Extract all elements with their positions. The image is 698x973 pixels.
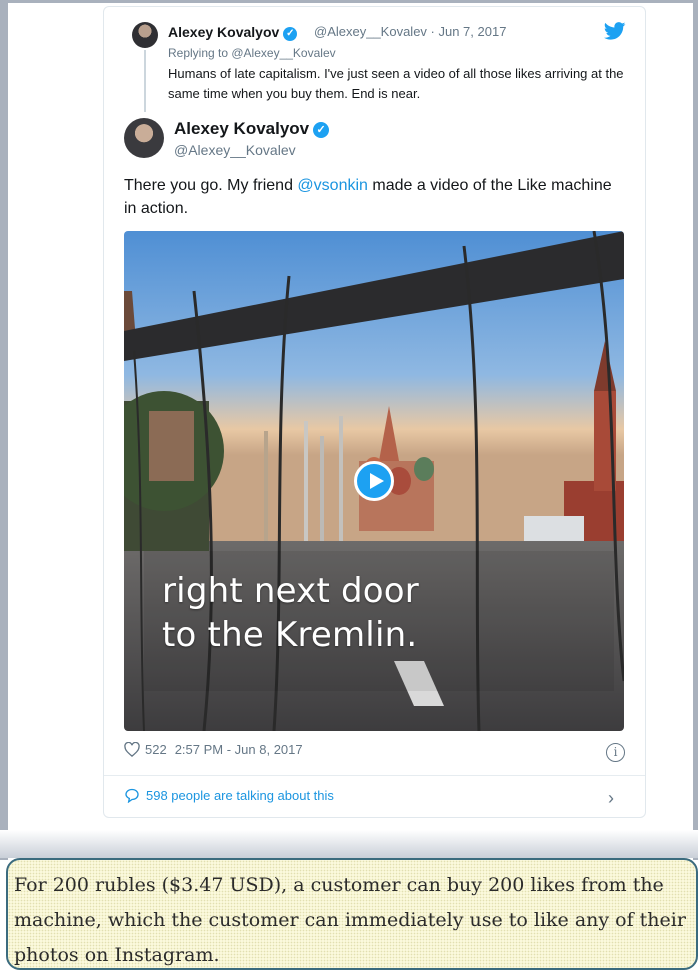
main-author-handle[interactable]: @Alexey__Kovalev xyxy=(174,142,296,158)
main-author-name[interactable]: Alexey Kovalyov ✓ xyxy=(174,119,330,139)
thread-line xyxy=(144,50,146,112)
main-author-name-text[interactable]: Alexey Kovalyov xyxy=(174,119,309,138)
info-icon[interactable]: i xyxy=(606,743,625,762)
mention-link[interactable]: @vsonkin xyxy=(297,177,368,194)
replying-prefix: Replying to xyxy=(168,46,232,60)
verified-badge-icon: ✓ xyxy=(283,27,298,41)
frame-border-top xyxy=(0,0,698,3)
replying-to: Replying to @Alexey__Kovalev xyxy=(168,46,336,60)
chevron-right-icon[interactable]: › xyxy=(608,788,614,809)
reply-tweet-text: Humans of late capitalism. I've just see… xyxy=(168,66,624,101)
conversation-text[interactable]: 598 people are talking about this xyxy=(146,788,334,803)
main-avatar[interactable] xyxy=(124,118,164,158)
reply-author-name[interactable]: Alexey Kovalyov ✓ xyxy=(168,24,298,41)
twitter-bird-icon[interactable] xyxy=(604,22,626,40)
verified-badge-icon: ✓ xyxy=(313,122,330,138)
frame-border-bottom xyxy=(0,830,698,858)
reply-author-name-text[interactable]: Alexey Kovalyov xyxy=(168,24,279,40)
tweet-divider xyxy=(104,775,645,776)
main-tweet-text: There you go. My friend @vsonkin made a … xyxy=(124,174,624,220)
frame-border-left xyxy=(0,0,8,860)
article-quote-text: For 200 rubles ($3.47 USD), a customer c… xyxy=(14,874,686,966)
video-caption: right next door to the Kremlin. xyxy=(162,569,419,657)
main-text-before: There you go. My friend xyxy=(124,177,298,194)
like-count[interactable]: 522 xyxy=(145,742,167,757)
reply-handle-date[interactable]: @Alexey__Kovalev · Jun 7, 2017 xyxy=(314,24,506,39)
reply-avatar[interactable] xyxy=(132,22,158,48)
likes-and-timestamp: 522 2:57 PM - Jun 8, 2017 xyxy=(124,742,303,757)
replying-to-link[interactable]: @Alexey__Kovalev xyxy=(231,46,335,60)
heart-icon[interactable] xyxy=(124,742,140,757)
tweet-timestamp[interactable]: 2:57 PM - Jun 8, 2017 xyxy=(175,742,303,757)
screenshot-frame: Alexey Kovalyov ✓ @Alexey__Kovalev · Jun … xyxy=(0,0,698,973)
video-caption-line-2: to the Kremlin. xyxy=(162,615,418,655)
speech-bubble-icon xyxy=(125,788,139,803)
conversation-link[interactable]: 598 people are talking about this xyxy=(124,788,334,803)
video-caption-line-1: right next door xyxy=(162,571,419,611)
article-quote-box: For 200 rubles ($3.47 USD), a customer c… xyxy=(6,858,698,970)
play-icon[interactable] xyxy=(354,461,394,501)
video-player[interactable]: right next door to the Kremlin. xyxy=(124,231,624,731)
frame-border-right xyxy=(693,0,698,860)
